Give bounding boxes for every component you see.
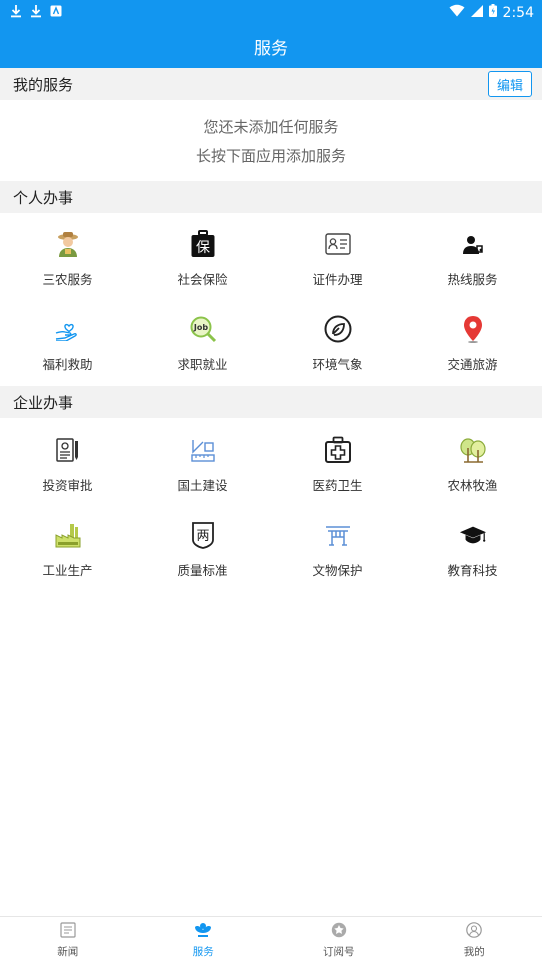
svg-text:Job: Job bbox=[192, 323, 207, 332]
heritage-icon bbox=[324, 521, 352, 549]
service-label: 投资审批 bbox=[42, 475, 92, 494]
service-item-farming[interactable]: 三农服务 bbox=[0, 226, 135, 301]
service-label: 求职就业 bbox=[177, 354, 227, 373]
investment-icon bbox=[54, 436, 82, 464]
status-bar: 2:54 bbox=[0, 0, 542, 25]
tab-services[interactable]: 服务 bbox=[136, 917, 272, 963]
wifi-icon bbox=[449, 4, 465, 21]
signal-icon bbox=[471, 5, 483, 21]
page-title: 服务 bbox=[254, 34, 288, 59]
service-item-insurance[interactable]: 保 社会保险 bbox=[135, 226, 270, 301]
service-label: 农林牧渔 bbox=[447, 475, 497, 494]
empty-hint: 长按下面应用添加服务 bbox=[0, 145, 542, 166]
id-card-icon bbox=[324, 230, 352, 258]
service-label: 福利救助 bbox=[42, 354, 92, 373]
service-item-education[interactable]: 教育科技 bbox=[405, 517, 540, 592]
service-item-environment[interactable]: 环境气象 bbox=[270, 311, 405, 386]
leaf-icon bbox=[324, 315, 352, 343]
news-icon bbox=[60, 922, 76, 942]
service-label: 三农服务 bbox=[42, 269, 92, 288]
medical-kit-icon bbox=[324, 436, 352, 464]
land-ruler-icon bbox=[189, 436, 217, 464]
bottom-tab-bar: 新闻 服务 订阅号 我的 bbox=[0, 916, 542, 963]
subscription-icon bbox=[331, 922, 347, 942]
tab-subscriptions[interactable]: 订阅号 bbox=[271, 917, 407, 963]
quality-badge-icon: 两 bbox=[189, 521, 217, 549]
edit-button[interactable]: 编辑 bbox=[488, 71, 532, 97]
tab-label: 服务 bbox=[193, 944, 214, 959]
service-item-industry[interactable]: 工业生产 bbox=[0, 517, 135, 592]
svg-text:保: 保 bbox=[196, 240, 210, 256]
service-label: 热线服务 bbox=[447, 269, 497, 288]
tab-label: 新闻 bbox=[57, 944, 78, 959]
download-icon bbox=[30, 4, 42, 22]
service-label: 文物保护 bbox=[312, 560, 362, 579]
service-item-transport-travel[interactable]: 交通旅游 bbox=[405, 311, 540, 386]
service-label: 环境气象 bbox=[312, 354, 362, 373]
location-pin-icon bbox=[459, 315, 487, 343]
service-item-welfare[interactable]: 福利救助 bbox=[0, 311, 135, 386]
service-label: 质量标准 bbox=[177, 560, 227, 579]
service-item-job-search[interactable]: Job 求职就业 bbox=[135, 311, 270, 386]
tab-news[interactable]: 新闻 bbox=[0, 917, 136, 963]
section-title: 企业办事 bbox=[13, 392, 73, 413]
service-label: 国土建设 bbox=[177, 475, 227, 494]
service-label: 工业生产 bbox=[42, 560, 92, 579]
insurance-icon: 保 bbox=[189, 230, 217, 258]
service-label: 社会保险 bbox=[177, 269, 227, 288]
service-label: 交通旅游 bbox=[447, 354, 497, 373]
battery-icon bbox=[489, 4, 497, 21]
my-services-header: 我的服务 编辑 bbox=[0, 68, 542, 100]
service-label: 医药卫生 bbox=[312, 475, 362, 494]
service-item-id-documents[interactable]: 证件办理 bbox=[270, 226, 405, 301]
factory-icon bbox=[54, 521, 82, 549]
service-item-hotline[interactable]: 热线服务 bbox=[405, 226, 540, 301]
service-label: 证件办理 bbox=[312, 269, 362, 288]
farmer-icon bbox=[54, 230, 82, 258]
service-item-medical[interactable]: 医药卫生 bbox=[270, 432, 405, 507]
personal-services-header: 个人办事 bbox=[0, 181, 542, 213]
service-item-heritage[interactable]: 文物保护 bbox=[270, 517, 405, 592]
notification-app-icon bbox=[50, 5, 62, 21]
tab-label: 订阅号 bbox=[323, 944, 355, 959]
hotline-icon bbox=[459, 230, 487, 258]
graduation-cap-icon bbox=[459, 521, 487, 549]
service-item-quality-standards[interactable]: 两 质量标准 bbox=[135, 517, 270, 592]
download-icon bbox=[10, 4, 22, 22]
welfare-icon bbox=[54, 315, 82, 343]
section-title: 我的服务 bbox=[13, 74, 73, 95]
empty-message: 您还未添加任何服务 bbox=[0, 116, 542, 137]
job-search-icon: Job bbox=[189, 315, 217, 343]
title-bar: 服务 bbox=[0, 25, 542, 68]
service-item-land-construction[interactable]: 国土建设 bbox=[135, 432, 270, 507]
svg-text:两: 两 bbox=[196, 529, 209, 544]
trees-icon bbox=[459, 436, 487, 464]
service-item-agriculture[interactable]: 农林牧渔 bbox=[405, 432, 540, 507]
section-title: 个人办事 bbox=[13, 187, 73, 208]
tab-profile[interactable]: 我的 bbox=[407, 917, 542, 963]
profile-icon bbox=[466, 922, 482, 942]
tab-label: 我的 bbox=[464, 944, 485, 959]
enterprise-services-header: 企业办事 bbox=[0, 386, 542, 418]
service-label: 教育科技 bbox=[447, 560, 497, 579]
services-icon bbox=[194, 922, 212, 942]
status-time: 2:54 bbox=[503, 5, 534, 21]
service-item-investment[interactable]: 投资审批 bbox=[0, 432, 135, 507]
